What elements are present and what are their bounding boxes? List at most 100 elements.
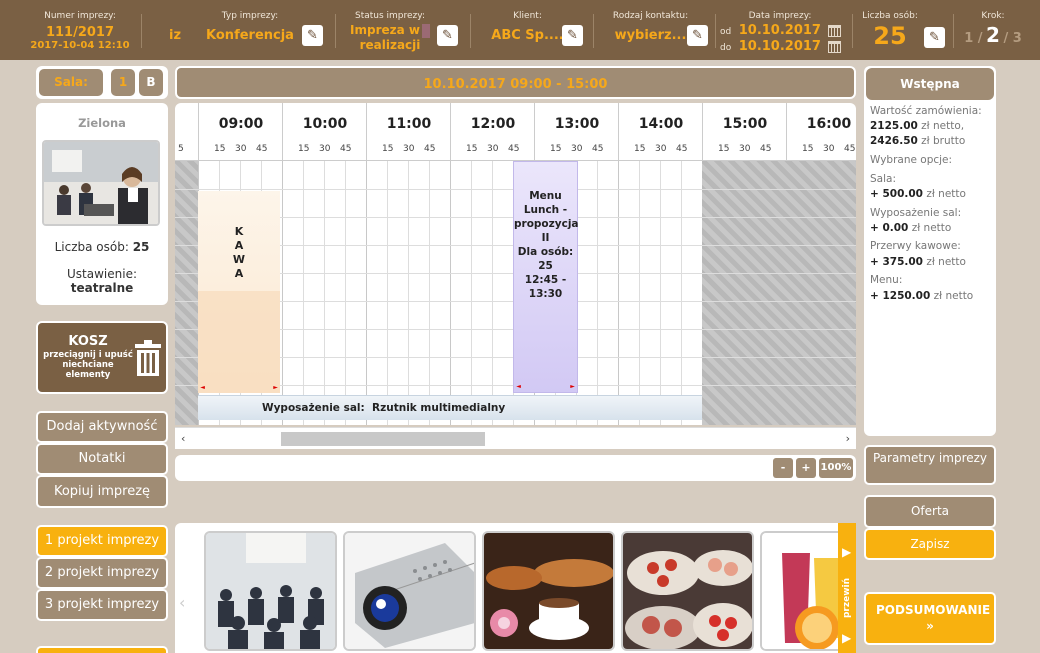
hour-label: 11:00 (386, 116, 432, 132)
edit-contact-button[interactable]: ✎ (687, 25, 708, 46)
step-prev[interactable]: 1 / (964, 31, 982, 46)
minute-label: 15 (802, 144, 814, 154)
event-type-value[interactable]: Konferencja (200, 28, 300, 43)
trash-title: KOSZ (68, 334, 108, 349)
persons-cell: Liczba osób: 25 (860, 0, 920, 60)
notes-button[interactable]: Notatki (36, 443, 168, 475)
room-cost-value: + 500.00 zł netto (870, 188, 966, 200)
project-tab-1[interactable]: 1 projekt imprezy (36, 525, 168, 557)
calendar-icon[interactable] (828, 25, 842, 37)
event-parameters-button[interactable]: Parametry imprezy (864, 445, 996, 485)
gallery-next-arrow-icon[interactable]: ▶ (842, 545, 851, 559)
edit-client-button[interactable]: ✎ (562, 25, 583, 46)
minute-label: 45 (424, 144, 436, 154)
net-suffix: zł netto, (921, 120, 965, 132)
trash-bin[interactable]: KOSZ przeciągnij i upuść niechciane elem… (36, 321, 168, 394)
gallery-item-conference[interactable] (204, 531, 337, 651)
zoom-out-button[interactable]: - (773, 458, 793, 478)
room-setting: Ustawienie: teatralne (36, 267, 168, 295)
scrollbar-thumb[interactable] (281, 432, 485, 446)
step-cell: Krok: 1 / 2 / 3 (958, 0, 1028, 60)
room-button-b[interactable]: B (139, 69, 163, 96)
bottom-orange-button[interactable] (36, 646, 168, 653)
room-setting-label: Ustawienie: (67, 267, 137, 281)
project-tab-2[interactable]: 2 projekt imprezy (36, 557, 168, 589)
scroll-right-arrow-icon[interactable]: › (846, 432, 850, 445)
date-from-prefix: od (720, 27, 732, 37)
net-unit: zł netto (911, 222, 952, 234)
event-menu-label: Menu Lunch - propozycja II Dla osób: 25 12:45… (514, 190, 579, 300)
event-created-date: 2017-10-04 12:10 (30, 40, 130, 51)
order-gross-value: 2426.50 zł brutto (870, 135, 965, 147)
room-button-1[interactable]: 1 (111, 69, 135, 96)
resize-handle-left[interactable]: ◄ (516, 384, 521, 390)
gallery-item-catering[interactable] (621, 531, 754, 651)
minute-label: 15 (214, 144, 226, 154)
minute-label: 30 (655, 144, 667, 154)
date-to-row[interactable]: do 10.10.2017 (720, 39, 842, 54)
minute-label: 30 (739, 144, 751, 154)
zoom-in-button[interactable]: + (796, 458, 816, 478)
gross-suffix: zł brutto (921, 135, 966, 147)
room-persons-label: Liczba osób: (54, 240, 129, 254)
scroll-left-arrow-icon[interactable]: ‹ (181, 432, 185, 445)
projector-image (345, 533, 474, 649)
resize-handle-left[interactable]: ◄ (200, 385, 205, 391)
room-cost-amount: + 500.00 (870, 188, 923, 200)
trash-subtitle: przeciągnij i upuść niechciane elementy (43, 350, 133, 380)
client-value[interactable]: ABC Sp.... (485, 28, 570, 43)
status-line1: Impreza w (350, 23, 420, 37)
gallery-prev-arrow-icon[interactable]: ‹ (179, 593, 185, 612)
pencil-icon: ✎ (442, 28, 453, 43)
persons-value: 25 (873, 22, 907, 50)
save-button[interactable]: Zapisz (864, 528, 996, 560)
coffee-pastry-image (484, 533, 613, 649)
status-line2: realizacji (359, 38, 421, 52)
minute-label: 45 (340, 144, 352, 154)
equipment-cost-value: + 0.00 zł netto (870, 222, 951, 234)
event-date-label: Data imprezy: (748, 11, 812, 21)
edit-status-button[interactable]: ✎ (437, 25, 458, 46)
schedule-grid[interactable]: 5 KAWA ◄ ► Menu Lunch - propozycja II Dla os… (175, 103, 856, 425)
event-menu-lunch[interactable]: Menu Lunch - propozycja II Dla osób: 25 12:45… (513, 161, 579, 393)
contact-cell: Rodzaj kontaktu: wybierz... (603, 0, 698, 60)
menu-cost-amount: + 1250.00 (870, 290, 931, 302)
hour-label: 14:00 (638, 116, 684, 132)
minute-label: 15 (718, 144, 730, 154)
offer-button[interactable]: Oferta (864, 495, 996, 528)
equipment-cost-label: Wyposażenie sal: (870, 207, 962, 219)
edit-type-button[interactable]: ✎ (302, 25, 323, 46)
summary-button[interactable]: PODSUMOWANIE » (864, 592, 996, 645)
equipment-bar-value: Rzutnik multimedialny (372, 402, 506, 414)
date-from-row[interactable]: od 10.10.2017 (720, 23, 842, 38)
event-status-value[interactable]: Impreza w realizacji (345, 23, 435, 53)
project-tab-3[interactable]: 3 projekt imprezy (36, 589, 168, 621)
net-amount: 2125.00 (870, 120, 918, 132)
top-bar: Numer imprezy: 111/2017 2017-10-04 12:10… (0, 0, 1040, 60)
gallery-next-arrow-icon-2[interactable]: ▶ (842, 631, 851, 645)
minute-label: 15 (298, 144, 310, 154)
room-persons-value: 25 (132, 240, 150, 254)
step-next[interactable]: / 3 (1003, 31, 1021, 46)
pencil-icon: ✎ (567, 28, 578, 43)
edit-persons-button[interactable]: ✎ (924, 27, 945, 48)
client-cell: Klient: ABC Sp.... (485, 0, 570, 60)
resize-handle-right[interactable]: ► (273, 385, 278, 391)
step-current: 2 (986, 23, 1000, 47)
add-activity-button[interactable]: Dodaj aktywność (36, 411, 168, 443)
hour-label: 13:00 (554, 116, 600, 132)
horizontal-scrollbar[interactable]: ‹ › (175, 427, 856, 449)
iz-cell: iz (165, 0, 185, 60)
resize-handle-right[interactable]: ► (570, 384, 575, 390)
copy-event-button[interactable]: Kopiuj imprezę (36, 475, 168, 508)
catering-food-image (623, 533, 752, 649)
calendar-icon[interactable] (828, 41, 842, 53)
gallery-item-coffee[interactable] (482, 531, 615, 651)
event-coffee-break[interactable]: KAWA ◄ ► (198, 191, 280, 393)
hour-column: 09:00 15 30 45 (198, 103, 282, 161)
equipment-bar[interactable]: Wyposażenie sal: Rzutnik multimedialny (198, 395, 702, 420)
contact-value[interactable]: wybierz... (603, 28, 698, 43)
gallery-scroll-strip[interactable]: ▶ przewiń ▶ (838, 523, 856, 653)
zoom-level[interactable]: 100% (819, 458, 853, 478)
gallery-item-projector[interactable] (343, 531, 476, 651)
